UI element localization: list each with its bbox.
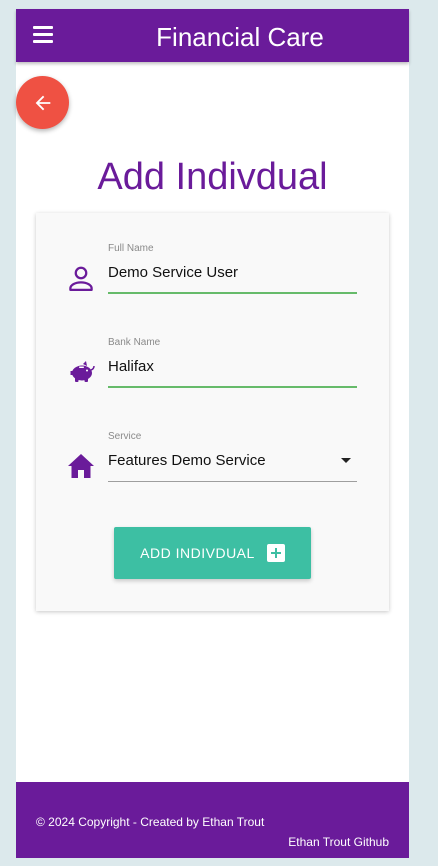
person-icon [69,266,93,291]
bank-name-label: Bank Name [108,337,161,348]
service-field-group: Service Features Demo Service [36,431,389,491]
home-icon [68,454,94,478]
github-link[interactable]: Ethan Trout Github [288,835,389,849]
bank-name-input[interactable]: Halifax [108,351,357,383]
full-name-label: Full Name [108,243,154,254]
app-title: Financial Care [156,22,324,52]
back-button[interactable] [16,76,69,129]
navbar: Financial Care [16,9,409,62]
full-name-input[interactable]: Demo Service User [108,257,357,289]
full-name-field-group: Full Name Demo Service User [36,243,389,303]
bank-name-underline [108,386,357,388]
service-select[interactable]: Features Demo Service [108,445,357,477]
bank-name-field-group: Bank Name Halifax [36,337,389,397]
add-individual-button[interactable]: ADD INDIVDUAL [114,527,311,579]
footer: © 2024 Copyright - Created by Ethan Trou… [16,782,409,858]
chevron-down-icon[interactable] [341,458,351,463]
piggy-bank-icon [70,361,95,382]
service-label: Service [108,431,142,442]
add-individual-button-label: ADD INDIVDUAL [140,545,255,561]
arrow-left-icon [35,95,50,110]
app-container: Financial Care Add Indivdual Full Name D… [16,9,409,858]
copyright-text: © 2024 Copyright - Created by Ethan Trou… [36,815,265,829]
page-title: Add Indivdual [97,156,328,198]
full-name-underline [108,292,357,294]
service-underline [108,481,357,482]
plus-box-icon [266,544,285,562]
add-individual-form: Full Name Demo Service User Bank Name Ha… [36,213,389,611]
